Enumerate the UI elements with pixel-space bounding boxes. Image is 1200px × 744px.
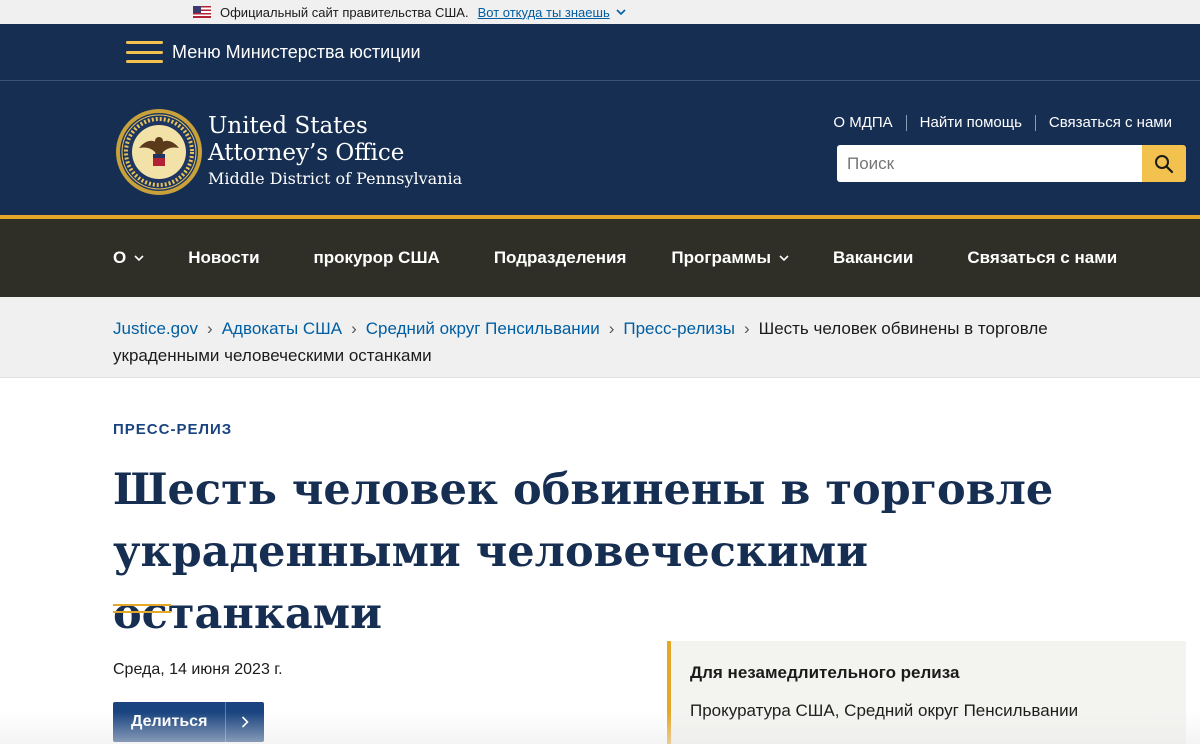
page-title: Шесть человек обвинены в торговле украде…	[113, 465, 1054, 639]
main-nav: О Новости прокурор США Подразделения Про…	[0, 219, 1200, 297]
chevron-down-icon	[134, 254, 144, 261]
nav-item-contact[interactable]: Связаться с нами	[967, 248, 1117, 268]
release-box-subtitle: Прокуратура США, Средний округ Пенсильва…	[690, 701, 1079, 720]
office-line-1: United States	[208, 113, 368, 139]
breadcrumb-link-press-releases[interactable]: Пресс-релизы	[623, 319, 735, 338]
site-header: United States Attorney’s Office Middle D…	[0, 81, 1200, 219]
nav-item-label: Связаться с нами	[967, 248, 1118, 267]
gov-banner-link[interactable]: Вот откуда ты знаешь	[478, 5, 626, 20]
chevron-right-icon	[225, 702, 264, 742]
hamburger-icon[interactable]	[126, 41, 163, 63]
nav-item-news[interactable]: Новости	[188, 248, 259, 268]
share-button[interactable]: Делиться	[113, 702, 264, 742]
util-link-find-help[interactable]: Найти помощь	[905, 115, 1035, 131]
nav-item-jobs[interactable]: Вакансии	[833, 248, 913, 268]
us-flag-icon	[193, 6, 211, 18]
nav-item-label: Программы	[671, 248, 771, 267]
nav-item-label: О	[113, 248, 127, 267]
article-eyebrow: ПРЕСС-РЕЛИЗ	[113, 421, 233, 438]
office-name[interactable]: United States Attorney’s Office Middle D…	[208, 113, 462, 191]
chevron-down-icon	[616, 8, 626, 15]
share-label: Делиться	[131, 713, 208, 730]
nav-item-label: прокурор США	[313, 248, 440, 267]
release-box-title: Для незамедлительного релиза	[690, 663, 960, 682]
office-line-2: Attorney’s Office	[208, 140, 405, 166]
nav-item-us-attorney[interactable]: прокурор США	[314, 248, 440, 268]
doj-menu-button[interactable]: Меню Министерства юстиции	[172, 42, 421, 63]
util-link-contact[interactable]: Связаться с нами	[1034, 115, 1185, 131]
breadcrumb-link-justice[interactable]: Justice.gov	[113, 319, 198, 338]
nav-item-programs[interactable]: Программы	[671, 248, 789, 268]
gov-banner-link-label: Вот откуда ты знаешь	[477, 4, 610, 20]
breadcrumb-separator-icon: ›	[743, 319, 750, 338]
breadcrumb-link-us-attorneys[interactable]: Адвокаты США	[222, 319, 342, 338]
office-line-3: Middle District of Pennsylvania	[208, 169, 463, 188]
nav-item-label: Вакансии	[832, 248, 914, 267]
search-input[interactable]	[837, 145, 1142, 182]
doj-menu-bar: Меню Министерства юстиции	[0, 24, 1200, 81]
utility-links: О МДПА Найти помощь Связаться с нами	[820, 115, 1185, 131]
breadcrumb-separator-icon: ›	[351, 319, 357, 338]
util-link-about[interactable]: О МДПА	[820, 115, 905, 131]
gov-banner-text: Официальный сайт правительства США.	[220, 4, 469, 20]
title-divider	[113, 604, 171, 613]
breadcrumb-separator-icon: ›	[207, 319, 213, 338]
nav-item-about[interactable]: О	[113, 248, 144, 268]
breadcrumb: Justice.gov › Адвокаты США › Средний округ П…	[0, 297, 1200, 378]
breadcrumb-link-mdpa[interactable]: Средний округ Пенсильвании	[366, 319, 600, 338]
nav-item-label: Подразделения	[493, 248, 627, 267]
search-icon	[1155, 154, 1174, 173]
search-form	[837, 145, 1186, 182]
chevron-down-icon	[779, 254, 789, 261]
article-date: Среда, 14 июня 2023 г.	[113, 661, 283, 678]
nav-item-divisions[interactable]: Подразделения	[494, 248, 627, 268]
breadcrumb-separator-icon: ›	[608, 319, 615, 338]
gov-banner: Официальный сайт правительства США. Вот …	[0, 0, 1200, 24]
doj-seal-icon[interactable]	[115, 108, 203, 196]
release-info-box: Для незамедлительного релиза Прокуратура…	[667, 641, 1186, 744]
search-button[interactable]	[1142, 145, 1186, 182]
nav-item-label: Новости	[188, 248, 260, 267]
